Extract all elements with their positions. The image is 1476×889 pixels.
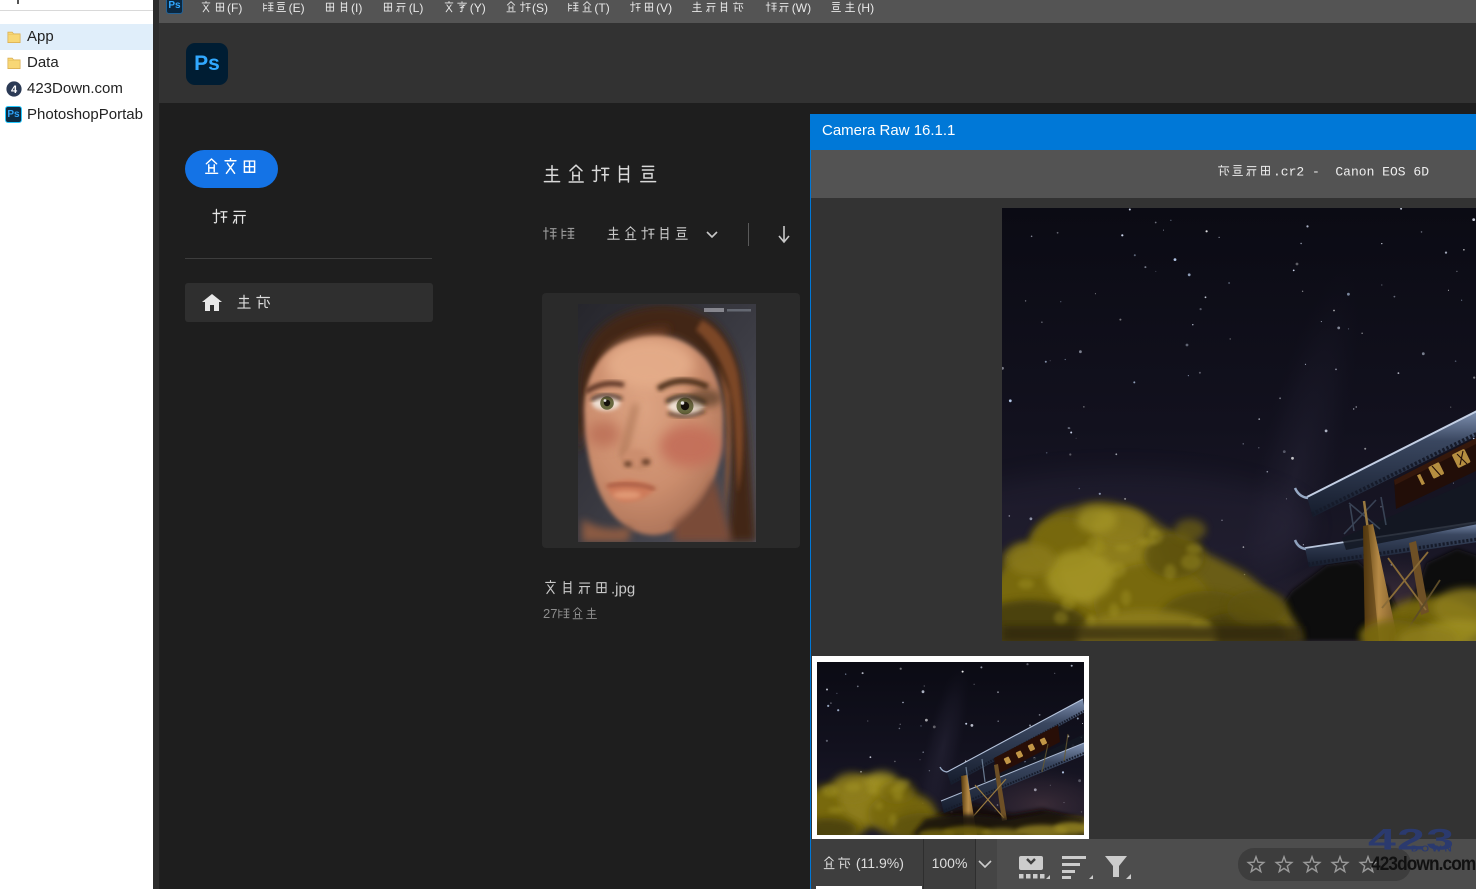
- svg-text:4: 4: [11, 84, 18, 96]
